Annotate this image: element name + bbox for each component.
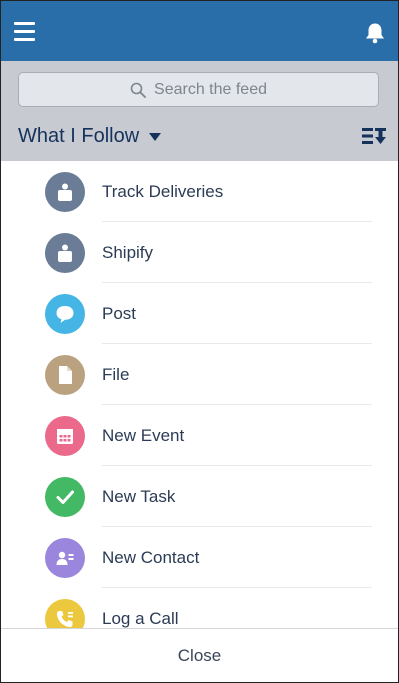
action-icon-circle bbox=[45, 599, 85, 631]
contact-card-icon bbox=[56, 551, 74, 565]
action-label: New Contact bbox=[102, 548, 200, 567]
action-label: New Event bbox=[102, 426, 185, 445]
quick-action-list: Track Deliveries Shipify Post File New E… bbox=[1, 161, 398, 631]
action-label: File bbox=[102, 365, 130, 384]
footer-bar: Close bbox=[1, 628, 398, 682]
action-shipify[interactable]: Shipify bbox=[1, 222, 398, 283]
top-navigation-bar bbox=[1, 1, 398, 61]
action-label: Shipify bbox=[102, 243, 154, 262]
feed-filter-dropdown[interactable]: What I Follow bbox=[18, 125, 162, 148]
hamburger-menu-icon[interactable] bbox=[14, 22, 35, 41]
action-label: New Task bbox=[102, 487, 176, 506]
action-icon-circle bbox=[45, 172, 85, 212]
feed-filter-label: What I Follow bbox=[18, 125, 140, 147]
search-placeholder: Search the feed bbox=[154, 80, 267, 98]
action-new-task[interactable]: New Task bbox=[1, 466, 398, 527]
caret-down-icon bbox=[149, 132, 162, 141]
phone-icon bbox=[57, 611, 73, 627]
close-button[interactable]: Close bbox=[178, 646, 221, 666]
action-icon-circle bbox=[45, 355, 85, 395]
app-frame: Search the feed What I Follow Track Deli… bbox=[0, 0, 399, 683]
file-icon bbox=[59, 366, 72, 384]
action-log-a-call[interactable]: Log a Call bbox=[1, 588, 398, 631]
action-icon-circle bbox=[45, 477, 85, 517]
custom-app-icon bbox=[58, 183, 72, 201]
sort-lines-icon[interactable] bbox=[362, 127, 386, 145]
action-icon-circle bbox=[45, 233, 85, 273]
search-icon bbox=[130, 82, 146, 98]
action-file[interactable]: File bbox=[1, 344, 398, 405]
calendar-icon bbox=[57, 429, 73, 444]
action-new-event[interactable]: New Event bbox=[1, 405, 398, 466]
action-icon-circle bbox=[45, 538, 85, 578]
action-label: Track Deliveries bbox=[102, 182, 224, 201]
action-label: Post bbox=[102, 304, 137, 323]
action-post[interactable]: Post bbox=[1, 283, 398, 344]
feed-header: Search the feed What I Follow bbox=[1, 61, 398, 161]
action-track-deliveries[interactable]: Track Deliveries bbox=[1, 161, 398, 222]
bell-icon[interactable] bbox=[364, 22, 386, 44]
search-input[interactable]: Search the feed bbox=[18, 72, 379, 107]
action-icon-circle bbox=[45, 294, 85, 334]
action-label: Log a Call bbox=[102, 609, 179, 628]
checkmark-icon bbox=[56, 490, 74, 504]
custom-app-icon bbox=[58, 244, 72, 262]
chat-bubble-icon bbox=[56, 306, 74, 323]
action-icon-circle bbox=[45, 416, 85, 456]
action-new-contact[interactable]: New Contact bbox=[1, 527, 398, 588]
